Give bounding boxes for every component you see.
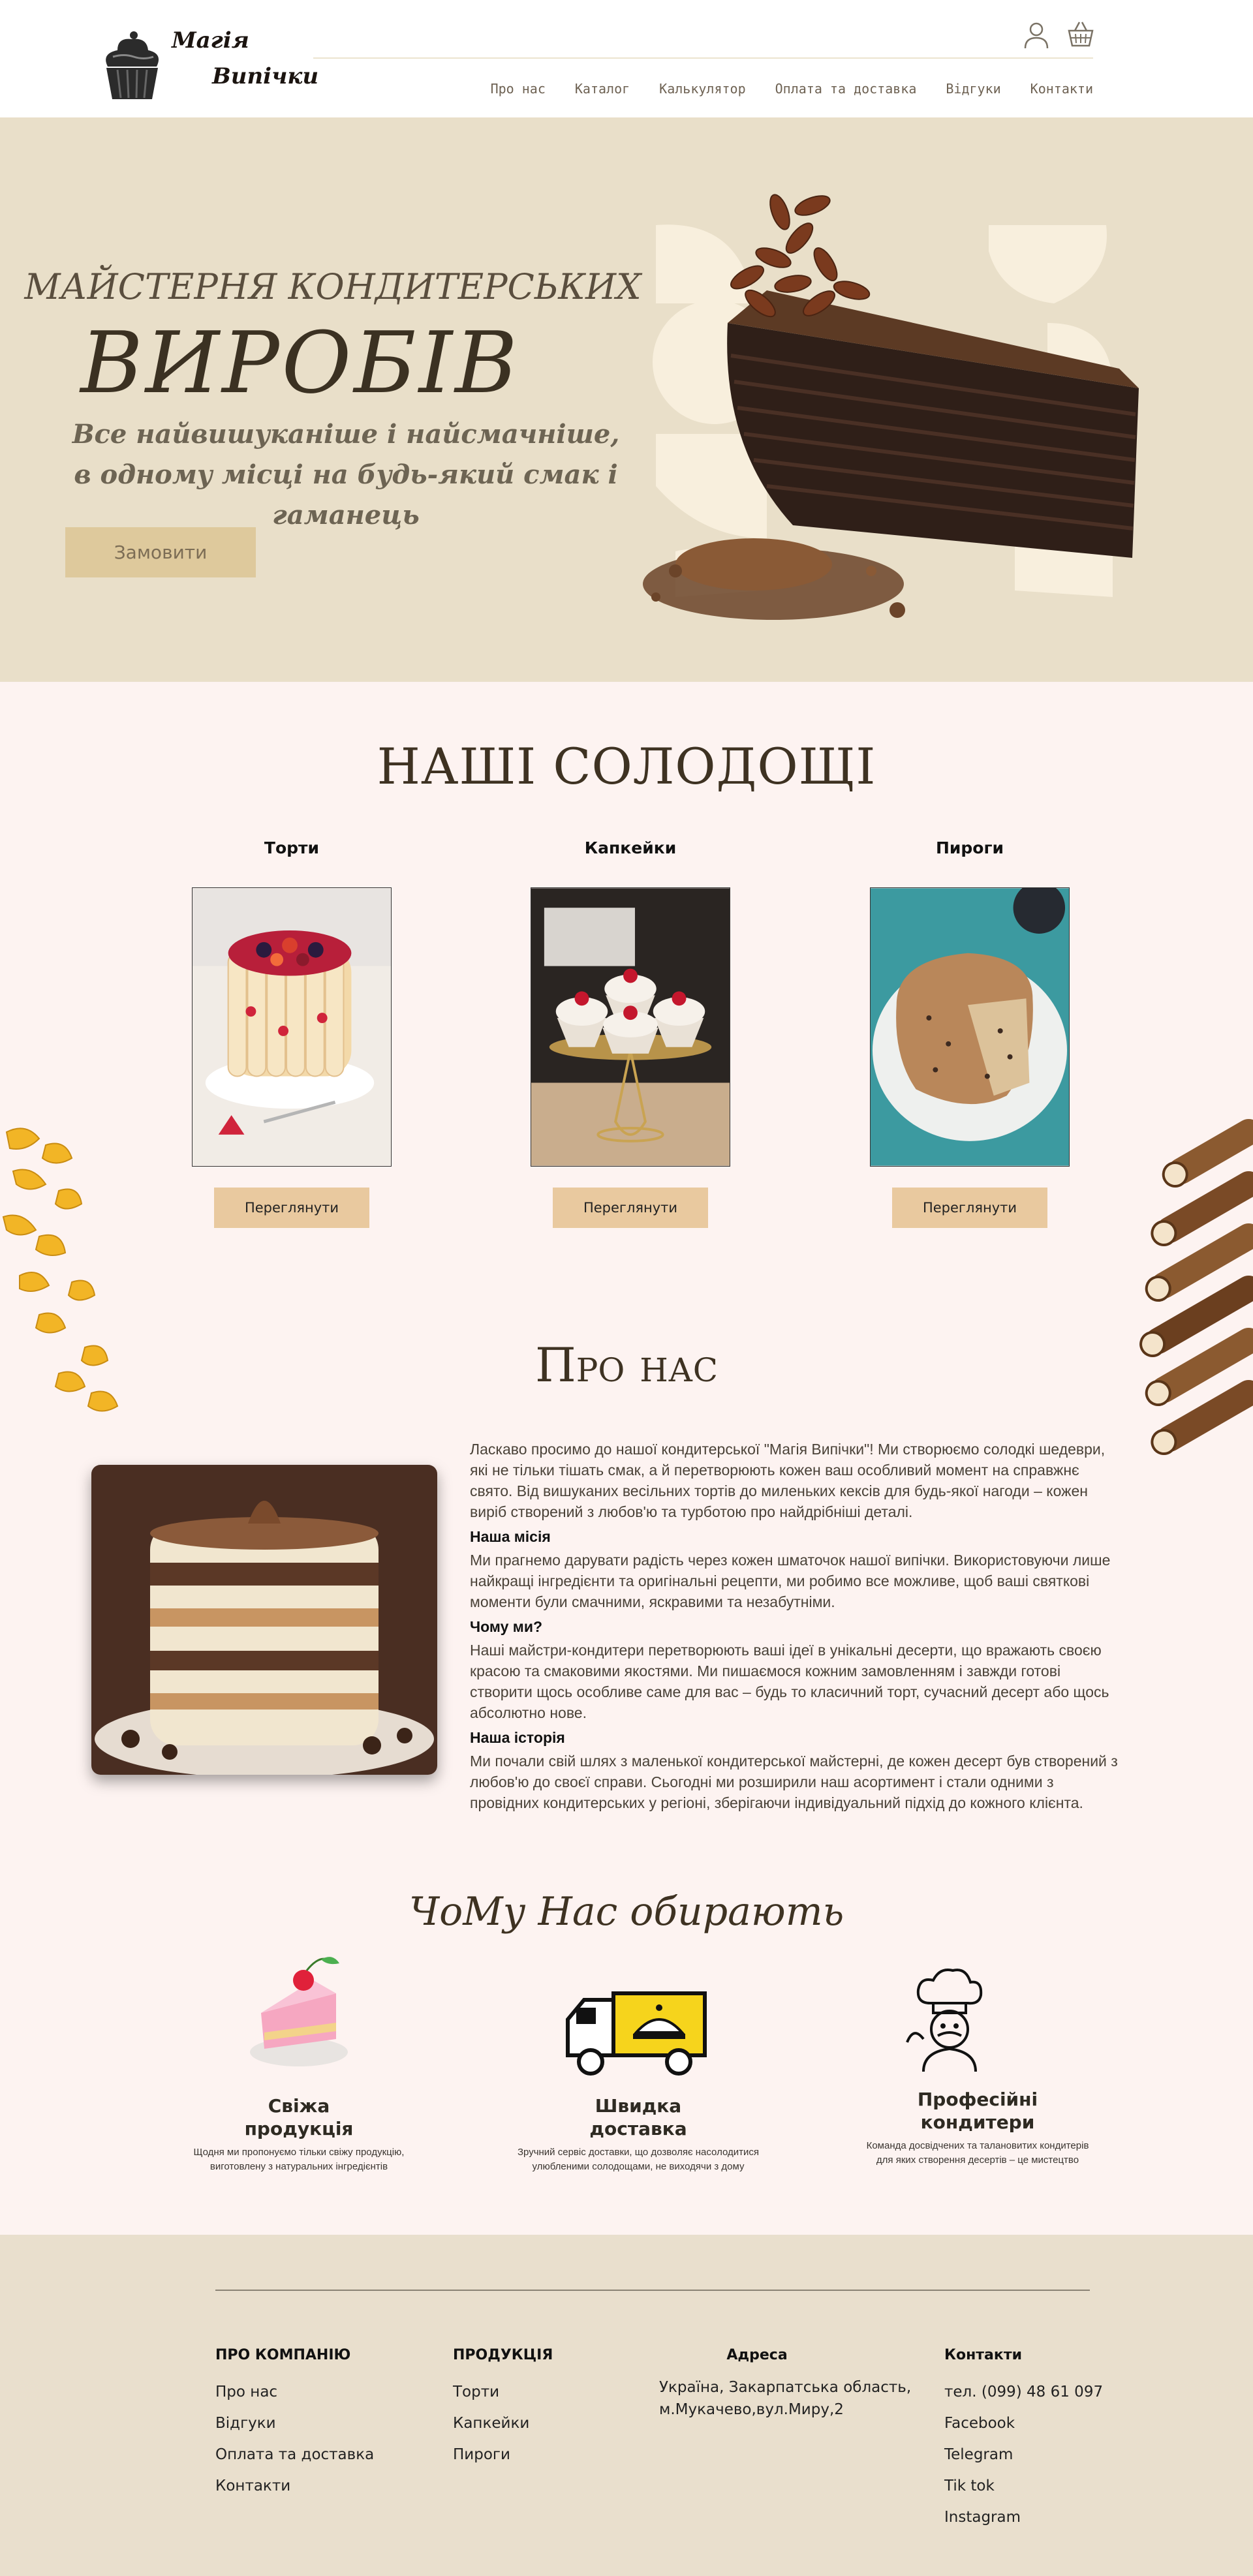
delivery-truck-icon	[566, 1991, 707, 2076]
history-text: Ми почали свій шлях з маленької кондитер…	[470, 1753, 1118, 1811]
order-button[interactable]: Замовити	[65, 527, 256, 577]
footer-address-column: Адреса Україна, Закарпатська область, м.…	[659, 2347, 911, 2421]
cupcake-logo-icon	[106, 31, 159, 99]
logo-text-line1: Магія	[172, 27, 249, 54]
footer-link-cakes[interactable]: Торти	[453, 2376, 553, 2408]
main-nav: Про нас Каталог Калькулятор Оплата та до…	[491, 81, 1093, 97]
user-account-icon[interactable]	[1023, 21, 1049, 50]
footer-contacts-column: Контакти тел. (099) 48 61 097 Facebook T…	[944, 2347, 1103, 2533]
footer-phone: тел. (099) 48 61 097	[944, 2384, 1104, 2400]
footer-products-heading: ПРОДУКЦІЯ	[453, 2347, 553, 2363]
footer-company-heading: ПРО КОМПАНІЮ	[215, 2347, 351, 2363]
feature-fast-delivery: Швидка доставка Зручний сервіс доставки,…	[501, 2094, 775, 2174]
cakes-image[interactable]	[192, 887, 392, 1167]
about-text-block: Ласкаво просимо до нашої кондитерської "…	[470, 1439, 1122, 1817]
nav-link-catalog[interactable]: Каталог	[575, 81, 630, 97]
card-label-pies: Пироги	[935, 838, 1004, 857]
card-label-cakes: Торти	[264, 838, 320, 857]
footer-link-reviews[interactable]: Відгуки	[215, 2408, 374, 2439]
footer-link-cupcakes[interactable]: Капкейки	[453, 2408, 553, 2439]
feature-fresh-title-line1: Свіжа	[268, 2095, 330, 2117]
footer-company-column: ПРО КОМПАНІЮ Про нас Відгуки Оплата та д…	[215, 2347, 374, 2502]
feature-fresh-text: Щодня ми пропонуємо тільки свіжу продукц…	[162, 2145, 436, 2174]
cake-slice-icon	[250, 1957, 348, 2066]
hero-subtitle-line2: в одному місці на будь-який смак і гаман…	[74, 459, 618, 530]
footer-link-payment-delivery[interactable]: Оплата та доставка	[215, 2439, 374, 2470]
hero-section: МАЙСТЕРНЯ КОНДИТЕРСЬКИХ ВИРОБІВ Все найв…	[0, 117, 1253, 682]
footer-address-line2: м.Мукачево,вул.Миру,2	[659, 2401, 844, 2418]
logo[interactable]: Магія Випічки	[95, 21, 318, 106]
feature-delivery-title-line2: доставка	[589, 2118, 687, 2139]
feature-fresh-text-line1: Щодня ми пропонуємо тільки свіжу продукц…	[193, 2147, 405, 2158]
feature-chefs-text: Команда досвідчених та талановитих конди…	[841, 2139, 1115, 2168]
feature-fresh-title-line2: продукція	[244, 2118, 354, 2139]
footer-divider	[215, 2290, 1090, 2291]
view-cakes-button[interactable]: Переглянути	[214, 1188, 369, 1228]
feature-fresh-text-line2: виготовлену з натуральних інгредієнтів	[209, 2161, 388, 2172]
feature-chefs-title-line2: кондитери	[920, 2111, 1035, 2133]
footer-link-about[interactable]: Про нас	[215, 2376, 374, 2408]
shopping-basket-icon[interactable]	[1066, 20, 1095, 48]
site-header: Магія Випічки Про нас Каталог Калькулято…	[0, 0, 1253, 117]
feature-fresh-title: Свіжа продукція	[162, 2094, 436, 2140]
feature-chefs-title: Професійні кондитери	[841, 2088, 1115, 2134]
feature-delivery-title: Швидка доставка	[501, 2094, 775, 2140]
card-label-cupcakes: Капкейки	[584, 838, 677, 857]
history-heading: Наша історія	[470, 1729, 565, 1746]
wafer-rolls-decoration-image	[1139, 1119, 1253, 1455]
nav-link-payment-delivery[interactable]: Оплата та доставка	[775, 81, 917, 97]
feature-delivery-text-line2: улюбленими солодощами, не виходячи з дом…	[532, 2161, 745, 2172]
footer-link-instagram[interactable]: Instagram	[944, 2502, 1103, 2533]
nav-link-reviews[interactable]: Відгуки	[946, 81, 1000, 97]
header-divider	[313, 57, 1093, 59]
nav-link-calculator[interactable]: Калькулятор	[659, 81, 745, 97]
why-us-heading: Чому ми?	[470, 1618, 543, 1635]
footer-address-line1: Україна, Закарпатська область,	[659, 2379, 912, 2396]
cupcakes-image[interactable]	[531, 887, 730, 1167]
why-choose-us-title: ЧоМу Нас обирають	[409, 1889, 844, 1935]
why-us-text: Наші майстри-кондитери перетворюють ваші…	[470, 1642, 1109, 1721]
chocolate-cake-slice-image	[643, 194, 1139, 620]
footer-link-facebook[interactable]: Facebook	[944, 2408, 1103, 2439]
hero-kicker: МАЙСТЕРНЯ КОНДИТЕРСЬКИХ	[24, 266, 642, 307]
feature-chefs-title-line1: Професійні	[917, 2089, 1038, 2110]
footer-contacts-heading: Контакти	[944, 2347, 1022, 2363]
logo-text-line2: Випічки	[212, 63, 319, 89]
footer-link-pies[interactable]: Пироги	[453, 2439, 553, 2470]
feature-delivery-text: Зручний сервіс доставки, що дозволяє нас…	[501, 2145, 775, 2174]
feature-delivery-text-line1: Зручний сервіс доставки, що дозволяє нас…	[517, 2147, 760, 2158]
hero-title: ВИРОБІВ	[80, 313, 520, 412]
footer-products-column: ПРОДУКЦІЯ Торти Капкейки Пироги	[453, 2347, 553, 2470]
feature-chefs-text-line1: Команда досвідчених та талановитих конди…	[866, 2140, 1089, 2151]
mission-text: Ми прагнемо дарувати радість через кожен…	[470, 1552, 1111, 1610]
footer-address-heading: Адреса	[726, 2347, 788, 2363]
footer-link-tiktok[interactable]: Tik tok	[944, 2470, 1103, 2502]
feature-delivery-title-line1: Швидка	[595, 2095, 682, 2117]
cornflakes-decoration-image	[2, 1127, 119, 1412]
chef-icon	[906, 1969, 983, 2072]
footer-link-telegram[interactable]: Telegram	[944, 2439, 1103, 2470]
tiramisu-image	[91, 1465, 437, 1775]
feature-chefs-text-line2: для яких створення десертів – це мистецт…	[876, 2154, 1079, 2166]
site-footer: ПРО КОМПАНІЮ Про нас Відгуки Оплата та д…	[0, 2235, 1253, 2576]
nav-link-contacts[interactable]: Контакти	[1030, 81, 1093, 97]
hero-subtitle: Все найвишуканіше і найсмачніше, в одном…	[20, 414, 672, 536]
footer-link-contacts[interactable]: Контакти	[215, 2470, 374, 2502]
pies-image[interactable]	[870, 887, 1070, 1167]
view-cupcakes-button[interactable]: Переглянути	[553, 1188, 708, 1228]
nav-link-about[interactable]: Про нас	[491, 81, 546, 97]
about-section-title: Про нас	[534, 1338, 719, 1392]
feature-professional-chefs: Професійні кондитери Команда досвідчених…	[841, 2088, 1115, 2168]
hero-subtitle-line1: Все найвишуканіше і найсмачніше,	[72, 419, 620, 450]
about-intro: Ласкаво просимо до нашої кондитерської "…	[470, 1441, 1106, 1520]
sweets-section-title: НАШІ СОЛОДОЩІ	[377, 737, 876, 795]
feature-fresh-products: Свіжа продукція Щодня ми пропонуємо тіль…	[162, 2094, 436, 2174]
view-pies-button[interactable]: Переглянути	[892, 1188, 1047, 1228]
mission-heading: Наша місія	[470, 1528, 551, 1545]
